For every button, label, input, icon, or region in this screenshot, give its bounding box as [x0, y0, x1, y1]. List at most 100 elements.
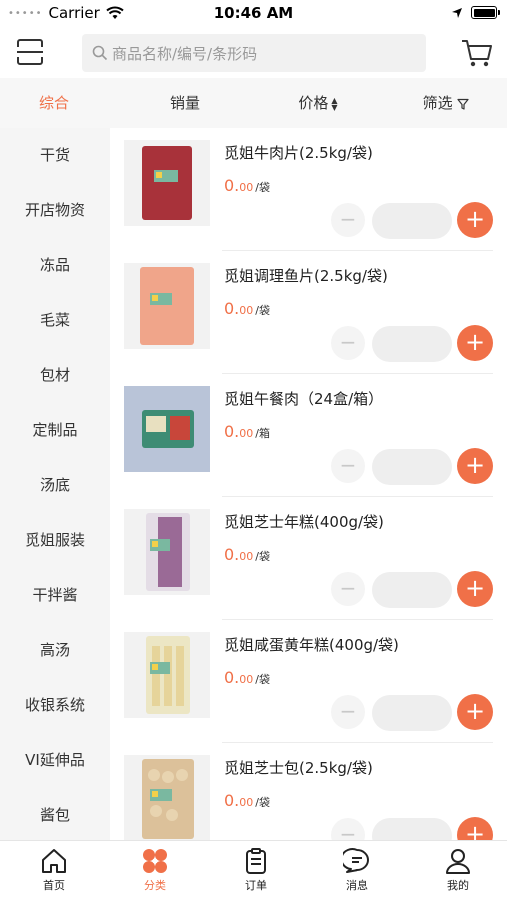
increase-quantity-button[interactable]: + — [457, 817, 493, 840]
search-input[interactable]: 商品名称/编号/条形码 — [82, 34, 426, 72]
category-item[interactable]: 汤底 — [0, 458, 110, 513]
category-label: 酱包 — [39, 806, 70, 824]
category-label: 毛菜 — [39, 311, 70, 329]
category-item[interactable]: 酱包 — [0, 788, 110, 840]
category-item[interactable]: 觅姐服装 — [0, 513, 110, 568]
product-card[interactable]: 觅姐芝士包(2.5kg/袋) 0.00/袋 − + — [110, 743, 507, 840]
sort-sales[interactable]: 销量 — [145, 78, 225, 128]
product-image[interactable] — [124, 386, 210, 472]
increase-quantity-button[interactable]: + — [457, 571, 493, 607]
cart-icon[interactable] — [460, 36, 494, 70]
quantity-input[interactable] — [372, 572, 452, 608]
quantity-input[interactable] — [372, 818, 452, 840]
product-card[interactable]: 觅姐调理鱼片(2.5kg/袋) 0.00/袋 − + — [110, 251, 507, 374]
quantity-input[interactable] — [372, 449, 452, 485]
product-name[interactable]: 觅姐午餐肉（24盒/箱） — [224, 388, 383, 409]
increase-quantity-button[interactable]: + — [457, 325, 493, 361]
category-item[interactable]: 干货 — [0, 128, 110, 183]
product-list: 觅姐牛肉片(2.5kg/袋) 0.00/袋 − + 觅姐调理鱼片(2.5kg/袋… — [110, 128, 507, 840]
product-name[interactable]: 觅姐芝士年糕(400g/袋) — [224, 511, 384, 532]
product-photo — [124, 263, 210, 349]
decrease-quantity-button[interactable]: − — [331, 449, 365, 483]
price-unit: /袋 — [255, 673, 270, 686]
category-item[interactable]: 收银系统 — [0, 678, 110, 733]
category-item[interactable]: 定制品 — [0, 403, 110, 458]
product-name[interactable]: 觅姐牛肉片(2.5kg/袋) — [224, 142, 373, 163]
tab-category[interactable]: 分类 — [125, 847, 185, 897]
product-name[interactable]: 觅姐芝士包(2.5kg/袋) — [224, 757, 373, 778]
filter-button[interactable]: 筛选 — [406, 78, 486, 128]
product-image[interactable] — [124, 263, 210, 349]
category-label: 干拌酱 — [32, 586, 78, 604]
tab-category-label: 分类 — [144, 879, 166, 892]
sort-price[interactable]: 价格 ▲ ▼ — [278, 78, 358, 128]
decrease-quantity-button[interactable]: − — [331, 572, 365, 606]
product-price: 0.00/箱 — [224, 422, 270, 441]
increase-quantity-button[interactable]: + — [457, 448, 493, 484]
price-integer: 0. — [224, 791, 240, 810]
orders-icon — [246, 848, 266, 874]
decrease-quantity-button[interactable]: − — [331, 203, 365, 237]
tab-home[interactable]: 首页 — [24, 847, 84, 897]
category-item[interactable]: 高汤 — [0, 623, 110, 678]
price-unit: /袋 — [255, 550, 270, 563]
category-item[interactable]: 开店物资 — [0, 183, 110, 238]
category-label: 收银系统 — [24, 696, 85, 714]
category-item[interactable]: 毛菜 — [0, 293, 110, 348]
product-card[interactable]: 觅姐咸蛋黄年糕(400g/袋) 0.00/袋 − + — [110, 620, 507, 743]
decrease-quantity-button[interactable]: − — [331, 818, 365, 840]
price-decimal: 00 — [239, 550, 254, 563]
increase-quantity-button[interactable]: + — [457, 694, 493, 730]
category-item[interactable]: 冻品 — [0, 238, 110, 293]
price-unit: /袋 — [255, 796, 270, 809]
product-price: 0.00/袋 — [224, 545, 270, 564]
product-image[interactable] — [124, 632, 210, 718]
status-bar: ••••• Carrier 10:46 AM — [0, 0, 507, 28]
category-sidebar: 干货 开店物资 冻品 毛菜 包材 定制品 汤底 觅姐服装 干拌酱 高汤 收银系统… — [0, 128, 110, 840]
category-item[interactable]: 包材 — [0, 348, 110, 403]
product-price: 0.00/袋 — [224, 791, 270, 810]
filter-label: 筛选 — [422, 94, 453, 112]
price-integer: 0. — [224, 176, 240, 195]
tab-orders[interactable]: 订单 — [226, 847, 286, 897]
product-photo — [124, 140, 210, 226]
message-icon — [343, 848, 369, 873]
product-photo — [124, 509, 210, 595]
sort-comprehensive[interactable]: 综合 — [14, 78, 94, 128]
product-name[interactable]: 觅姐咸蛋黄年糕(400g/袋) — [224, 634, 399, 655]
category-label: 汤底 — [39, 476, 70, 494]
sort-price-label: 价格 — [298, 94, 329, 112]
category-item[interactable]: VI延伸品 — [0, 733, 110, 788]
price-decimal: 00 — [239, 304, 254, 317]
filter-icon — [457, 98, 469, 110]
product-price: 0.00/袋 — [224, 176, 270, 195]
product-card[interactable]: 觅姐牛肉片(2.5kg/袋) 0.00/袋 − + — [110, 128, 507, 251]
sort-bar: 综合 销量 价格 ▲ ▼ 筛选 — [0, 78, 507, 128]
product-price: 0.00/袋 — [224, 299, 270, 318]
category-label: 开店物资 — [24, 201, 85, 219]
price-integer: 0. — [224, 668, 240, 687]
scan-icon[interactable] — [14, 36, 46, 68]
tab-messages[interactable]: 消息 — [327, 847, 387, 897]
product-card[interactable]: 觅姐午餐肉（24盒/箱） 0.00/箱 − + — [110, 374, 507, 497]
category-item[interactable]: 干拌酱 — [0, 568, 110, 623]
product-name[interactable]: 觅姐调理鱼片(2.5kg/袋) — [224, 265, 388, 286]
search-icon — [92, 45, 108, 61]
category-label: 高汤 — [39, 641, 70, 659]
tab-bar: 首页 分类 订单 消息 我的 — [0, 840, 507, 900]
sort-arrows-icon: ▲ ▼ — [331, 95, 338, 112]
category-label: VI延伸品 — [25, 751, 85, 769]
quantity-input[interactable] — [372, 203, 452, 239]
quantity-input[interactable] — [372, 326, 452, 362]
quantity-input[interactable] — [372, 695, 452, 731]
product-card[interactable]: 觅姐芝士年糕(400g/袋) 0.00/袋 − + — [110, 497, 507, 620]
product-image[interactable] — [124, 140, 210, 226]
status-right — [451, 6, 500, 19]
decrease-quantity-button[interactable]: − — [331, 695, 365, 729]
tab-profile[interactable]: 我的 — [428, 847, 488, 897]
decrease-quantity-button[interactable]: − — [331, 326, 365, 360]
product-image[interactable] — [124, 755, 210, 840]
increase-quantity-button[interactable]: + — [457, 202, 493, 238]
category-label: 定制品 — [32, 421, 78, 439]
product-image[interactable] — [124, 509, 210, 595]
